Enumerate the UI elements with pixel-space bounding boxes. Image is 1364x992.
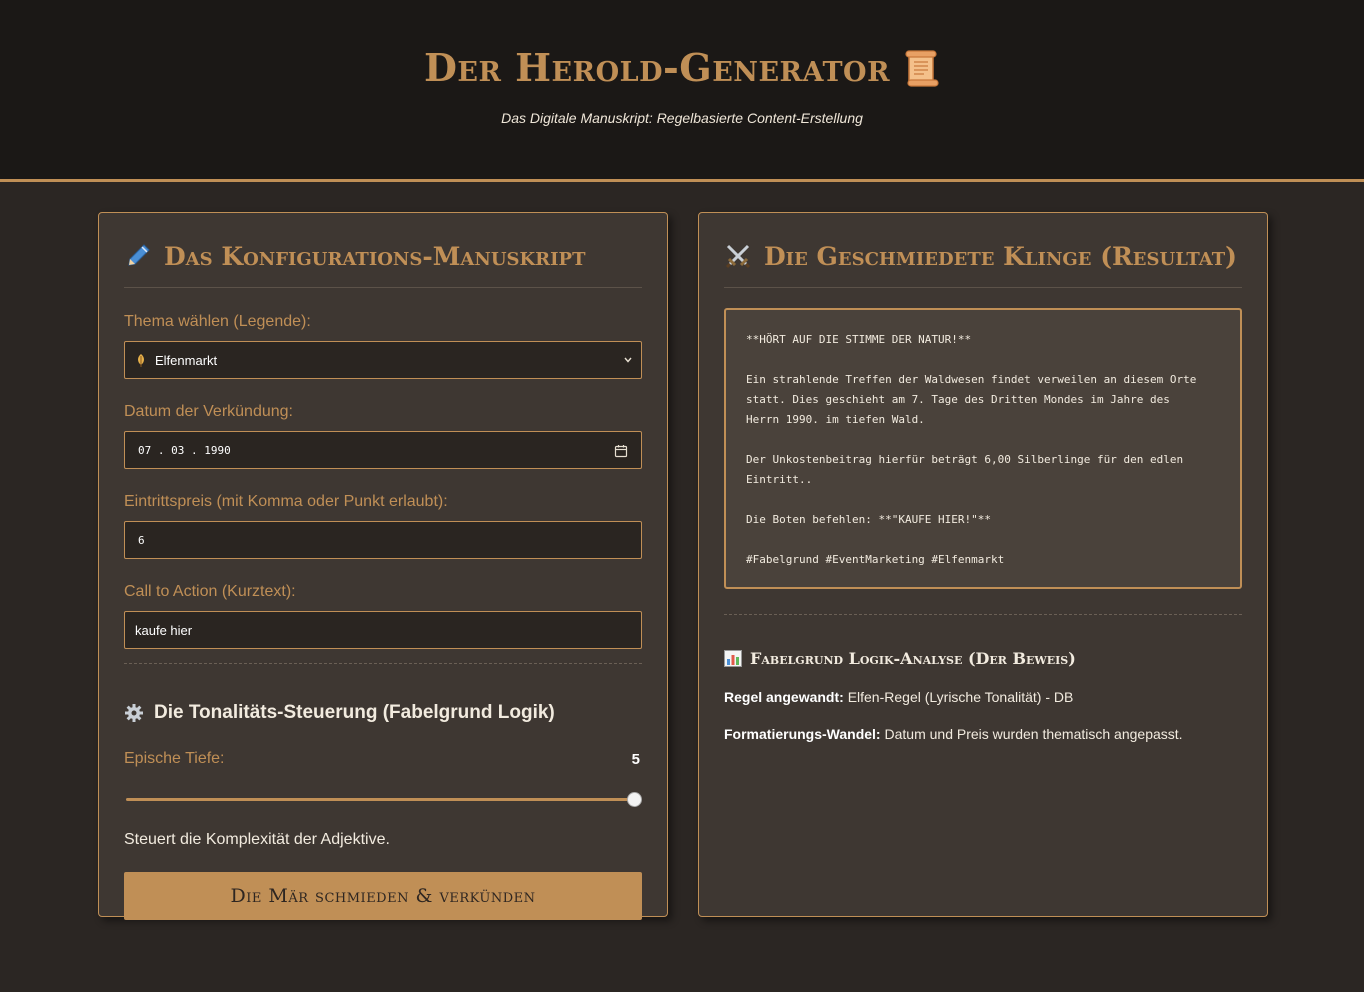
slider-value: 5 bbox=[631, 750, 640, 768]
page-title-text: Der Herold-Generator bbox=[423, 45, 891, 90]
config-panel-title: Das Konfigurations-Manuskript bbox=[124, 239, 642, 288]
crossed-swords-icon bbox=[725, 244, 751, 269]
leaf-icon bbox=[138, 354, 144, 367]
theme-label: Thema wählen (Legende): bbox=[124, 313, 311, 330]
output-line: Eintritt.. bbox=[746, 473, 813, 486]
divider bbox=[124, 663, 642, 664]
rule-applied-line: Regel angewandt: Elfen-Regel (Lyrische T… bbox=[724, 689, 1242, 705]
slider-row: Epische Tiefe: 5 bbox=[124, 750, 642, 768]
gear-icon bbox=[125, 704, 143, 722]
slider-track bbox=[126, 798, 640, 801]
result-panel-title: Die Geschmiedete Klinge (Resultat) bbox=[724, 239, 1242, 288]
divider bbox=[724, 614, 1242, 615]
forge-announce-button[interactable]: Die Mär schmieden & verkünden bbox=[124, 872, 642, 920]
analysis-title-text: Fabelgrund Logik-Analyse (Der Beweis) bbox=[750, 649, 1076, 668]
theme-select-value: Elfenmarkt bbox=[155, 352, 218, 368]
pen-icon bbox=[128, 244, 150, 266]
cta-input-value: kaufe hier bbox=[135, 622, 193, 638]
date-input[interactable]: 07 . 03 . 1990 bbox=[124, 431, 642, 469]
tone-title: Die Tonalitäts-Steuerung (Fabelgrund Log… bbox=[124, 702, 642, 724]
main-container: Das Konfigurations-Manuskript Thema wähl… bbox=[98, 212, 1268, 920]
generated-output[interactable]: **HÖRT AUF DIE STIMME DER NATUR!** Ein st… bbox=[724, 308, 1242, 589]
output-line: **HÖRT AUF DIE STIMME DER NATUR!** bbox=[746, 333, 972, 346]
price-input[interactable]: 6 bbox=[124, 521, 642, 559]
calendar-icon[interactable] bbox=[614, 444, 628, 458]
slider-help-text: Steuert die Komplexität der Adjektive. bbox=[124, 831, 390, 848]
slider-thumb[interactable] bbox=[627, 792, 642, 807]
theme-select[interactable]: Elfenmarkt bbox=[124, 341, 642, 379]
output-line bbox=[746, 430, 1220, 450]
cta-label: Call to Action (Kurztext): bbox=[124, 583, 296, 600]
page-subtitle: Das Digitale Manuskript: Regelbasierte C… bbox=[501, 110, 863, 126]
price-input-value: 6 bbox=[138, 533, 145, 547]
output-line: Die Boten befehlen: **"KAUFE HIER!"** bbox=[746, 513, 992, 526]
format-change-value: Datum und Preis wurden thematisch angepa… bbox=[884, 726, 1183, 742]
rule-applied-label: Regel angewandt: bbox=[724, 689, 844, 705]
output-line: Herrn 1990. im tiefen Wald. bbox=[746, 413, 925, 426]
format-change-label: Formatierungs-Wandel: bbox=[724, 726, 881, 742]
chevron-down-icon bbox=[624, 357, 632, 363]
page-header: Der Herold-Generator Das Digitale Manusk… bbox=[0, 0, 1364, 182]
output-line bbox=[746, 490, 1220, 510]
rule-applied-value: Elfen-Regel (Lyrische Tonalität) - DB bbox=[847, 689, 1074, 705]
output-line: Der Unkostenbeitrag hierfür beträgt 6,00… bbox=[746, 453, 1184, 466]
config-panel-title-text: Das Konfigurations-Manuskript bbox=[164, 241, 586, 271]
cta-input[interactable]: kaufe hier bbox=[124, 611, 642, 649]
price-label: Eintrittspreis (mit Komma oder Punkt erl… bbox=[124, 493, 448, 510]
config-panel: Das Konfigurations-Manuskript Thema wähl… bbox=[98, 212, 668, 920]
output-line bbox=[746, 530, 1220, 550]
scroll-icon bbox=[905, 50, 939, 87]
output-line: Ein strahlende Treffen der Waldwesen fin… bbox=[746, 373, 1197, 386]
date-input-value: 07 . 03 . 1990 bbox=[138, 443, 231, 457]
result-panel: Die Geschmiedete Klinge (Resultat) **HÖR… bbox=[698, 212, 1268, 917]
analysis-title: Fabelgrund Logik-Analyse (Der Beweis) bbox=[724, 649, 1242, 668]
output-line: #Fabelgrund #EventMarketing #Elfenmarkt bbox=[746, 553, 1005, 566]
output-line bbox=[746, 350, 1220, 370]
result-panel-title-text: Die Geschmiedete Klinge (Resultat) bbox=[764, 241, 1238, 271]
slider-label: Epische Tiefe: bbox=[124, 750, 225, 767]
output-line: statt. Dies geschieht am 7. Tage des Dri… bbox=[746, 393, 1170, 406]
bar-chart-icon bbox=[724, 650, 742, 667]
page-title: Der Herold-Generator bbox=[0, 0, 1364, 88]
epic-depth-slider[interactable] bbox=[124, 791, 642, 807]
tone-title-text: Die Tonalitäts-Steuerung (Fabelgrund Log… bbox=[154, 702, 555, 723]
date-label: Datum der Verkündung: bbox=[124, 403, 293, 420]
format-change-line: Formatierungs-Wandel: Datum und Preis wu… bbox=[724, 726, 1242, 742]
